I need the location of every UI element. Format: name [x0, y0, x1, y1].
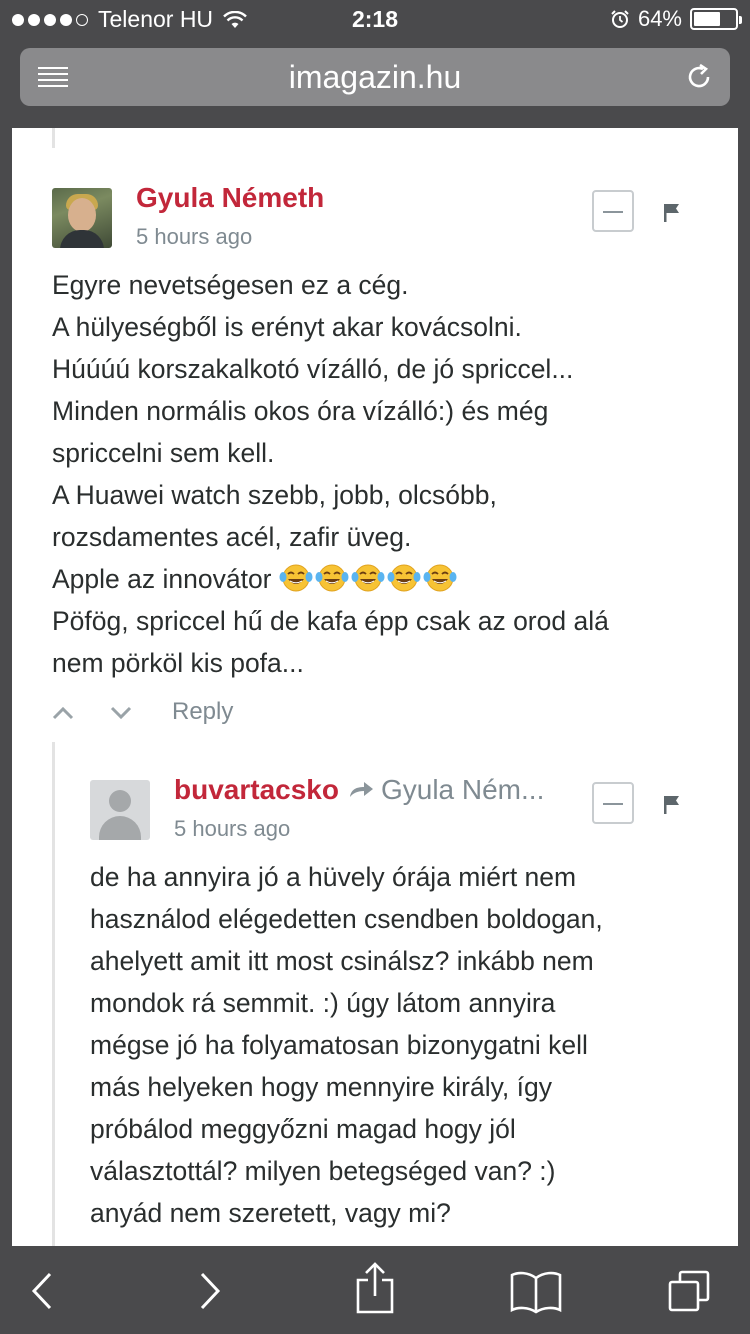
collapse-button[interactable] — [592, 782, 634, 824]
minus-icon — [603, 803, 623, 805]
laughing-crying-emoji — [423, 564, 457, 592]
status-bar: Telenor HU 2:18 64% — [0, 0, 750, 40]
forward-icon[interactable] — [186, 1268, 232, 1314]
reply-thread-line — [52, 742, 55, 1246]
comment-line: más helyeken hogy mennyire király, így — [90, 1072, 552, 1102]
emoji-row — [279, 564, 459, 594]
minus-icon — [603, 211, 623, 213]
comments-page: Gyula Németh 5 hours ago Egyre nevetsége… — [12, 128, 738, 1246]
comment-body: Egyre nevetségesen ez a cég. A hülyeségb… — [52, 264, 609, 684]
comment-line: Húúúú korszakalkotó vízálló, de jó spric… — [52, 354, 574, 384]
browser-chrome: Telenor HU 2:18 64% imagazin.hu — [0, 0, 750, 128]
downvote-icon[interactable] — [110, 706, 132, 720]
comment-body: de ha annyira jó a hüvely órája miért ne… — [90, 856, 603, 1234]
comment-line-with-emoji: Apple az innovátor — [52, 558, 609, 600]
comment-author[interactable]: buvartacsko — [174, 774, 339, 805]
tabs-icon[interactable] — [666, 1268, 712, 1314]
laughing-crying-emoji — [387, 564, 421, 592]
comment-line: használod elégedetten csendben boldogan, — [90, 904, 603, 934]
alarm-icon — [611, 10, 629, 28]
comment-line: Pöfög, spriccel hű de kafa épp csak az o… — [52, 606, 609, 636]
comment-timestamp[interactable]: 5 hours ago — [174, 816, 290, 842]
back-icon[interactable] — [20, 1268, 66, 1314]
avatar[interactable] — [52, 188, 112, 248]
comment-line: spriccelni sem kell. — [52, 438, 275, 468]
comment-line: de ha annyira jó a hüvely órája miért ne… — [90, 862, 577, 892]
laughing-crying-emoji — [315, 564, 349, 592]
battery-percent: 64% — [637, 6, 682, 31]
reply-button[interactable]: Reply — [172, 698, 233, 726]
browser-toolbar — [0, 1246, 750, 1334]
comment-line: rozsdamentes acél, zafir üveg. — [52, 522, 412, 552]
laughing-crying-emoji — [279, 564, 313, 592]
comment-author[interactable]: Gyula Németh — [136, 182, 324, 214]
avatar[interactable] — [90, 780, 150, 840]
battery-level — [694, 12, 720, 26]
comment-line: A hülyeségből is erényt akar kovácsolni. — [52, 312, 522, 342]
address-bar[interactable]: imagazin.hu — [20, 48, 730, 106]
battery-icon — [690, 8, 742, 30]
reload-icon[interactable] — [684, 62, 714, 92]
upvote-icon[interactable] — [52, 706, 74, 720]
flag-icon[interactable] — [662, 794, 682, 816]
comment-author-line: buvartacsko Gyula Ném... — [174, 774, 544, 806]
share-icon[interactable] — [352, 1260, 398, 1316]
comment-line: ahelyett amit itt most csinálsz? inkább … — [90, 946, 594, 976]
comment-line: A Huawei watch szebb, jobb, olcsóbb, — [52, 480, 497, 510]
reply-arrow-icon — [349, 782, 373, 797]
comment-timestamp[interactable]: 5 hours ago — [136, 224, 252, 250]
comment-line: választottál? milyen betegséged van? :) — [90, 1156, 556, 1186]
comment-line: mondok rá semmit. :) úgy látom annyira — [90, 988, 556, 1018]
comment-line: mégse jó ha folyamatosan bizonygatni kel… — [90, 1030, 588, 1060]
bookmarks-icon[interactable] — [508, 1268, 564, 1314]
comment-line: Egyre nevetségesen ez a cég. — [52, 270, 409, 300]
comment-line-text: Apple az innovátor — [52, 564, 272, 594]
comment-line: próbálod meggyőzni magad hogy jól — [90, 1114, 516, 1144]
comment-line: anyád nem szeretett, vagy mi? — [90, 1198, 451, 1228]
collapse-button[interactable] — [592, 190, 634, 232]
thread-line — [52, 128, 55, 148]
laughing-crying-emoji — [351, 564, 385, 592]
comment-line: Minden normális okos óra vízálló:) és mé… — [52, 396, 549, 426]
flag-icon[interactable] — [662, 202, 682, 224]
reply-to-author[interactable]: Gyula Ném... — [381, 774, 544, 805]
url-text[interactable]: imagazin.hu — [20, 59, 730, 96]
comment-line: nem pörköl kis pofa... — [52, 648, 304, 678]
